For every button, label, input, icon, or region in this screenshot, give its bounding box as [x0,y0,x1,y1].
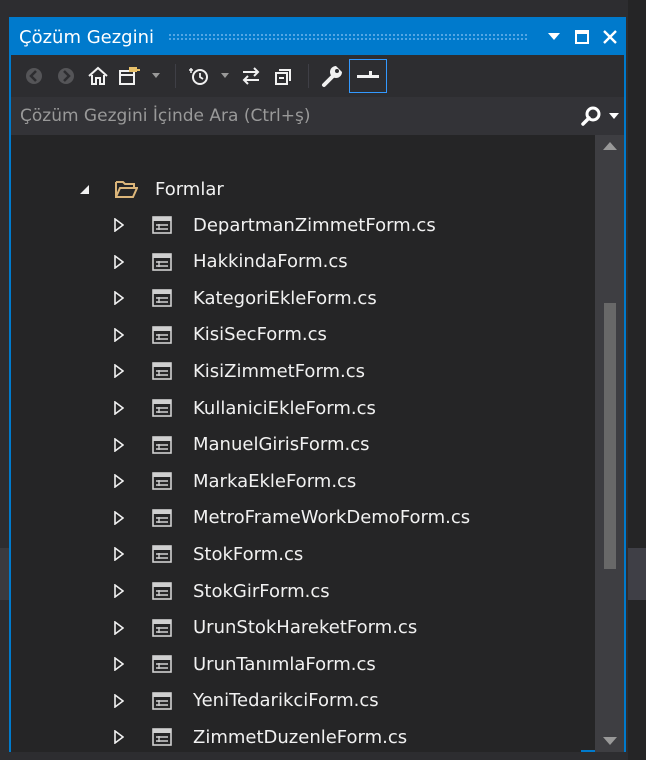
file-label: UrunTanımlaForm.cs [193,653,376,675]
collapsed-arrow-icon[interactable] [112,254,126,269]
tree-file-row[interactable]: MarkaEkleForm.cs [11,465,581,497]
collapsed-arrow-icon[interactable] [112,291,126,306]
pending-changes-icon[interactable] [184,61,214,91]
tree-file-row[interactable]: UrunTanımlaForm.cs [11,648,581,680]
solution-explorer-panel: Çözüm Gezgini Çözüm Gezgini İçinde Ara (… [9,17,626,752]
properties-wrench-icon[interactable] [317,61,347,91]
form-file-icon [152,289,172,312]
search-options-dropdown-icon[interactable] [604,112,624,120]
file-label: HakkindaForm.cs [193,251,348,273]
tree-file-row[interactable]: ZimmetDuzenleForm.cs [11,721,581,752]
form-file-icon [152,362,172,385]
solution-tree: Formlar DepartmanZimmetForm.cs HakkindaFo… [11,135,581,752]
switch-views-icon[interactable] [115,61,145,91]
tree-file-row[interactable]: MetroFrameWorkDemoForm.cs [11,502,581,534]
file-label: StokForm.cs [193,543,304,565]
form-file-icon [152,582,172,605]
scroll-up-arrow-icon[interactable] [595,135,624,157]
file-label: StokGirForm.cs [193,580,330,602]
tree-file-row[interactable]: KategoriEkleForm.cs [11,282,581,314]
ide-editor-edge [628,0,646,760]
vertical-scrollbar[interactable] [595,135,624,752]
form-file-icon [152,545,172,568]
home-icon[interactable] [83,61,113,91]
collapsed-arrow-icon[interactable] [112,510,126,525]
form-file-icon [152,435,172,459]
file-label: KullaniciEkleForm.cs [193,397,376,419]
forward-icon[interactable] [51,61,81,91]
toolbar-separator [308,64,309,88]
close-icon[interactable] [596,19,624,55]
form-file-icon [152,252,172,276]
collapsed-arrow-icon[interactable] [112,730,126,745]
form-file-icon [152,216,172,239]
folder-label: Formlar [155,178,224,200]
file-label: KategoriEkleForm.cs [193,287,377,309]
collapsed-arrow-icon[interactable] [112,474,126,489]
form-file-icon [152,618,172,642]
scrollbar-thumb[interactable] [604,303,616,569]
collapsed-arrow-icon[interactable] [112,693,126,708]
tree-file-row[interactable]: DepartmanZimmetForm.cs [11,209,581,241]
file-label: UrunStokHareketForm.cs [193,617,418,639]
search-bar: Çözüm Gezgini İçinde Ara (Ctrl+ş) [11,97,624,135]
collapsed-arrow-icon[interactable] [112,657,126,672]
panel-title: Çözüm Gezgini [19,26,154,48]
tree-file-row[interactable]: KullaniciEkleForm.cs [11,392,581,424]
form-file-icon [152,655,172,678]
form-file-icon [152,691,172,715]
expanded-arrow-icon[interactable] [77,182,91,196]
tree-file-row[interactable]: StokForm.cs [11,538,581,570]
ide-background [0,0,646,10]
collapsed-arrow-icon[interactable] [112,364,126,379]
tree-file-row[interactable]: YeniTedarikciForm.cs [11,685,581,717]
maximize-icon[interactable] [568,19,596,55]
file-label: ManuelGirisForm.cs [193,434,370,456]
collapsed-arrow-icon[interactable] [112,401,126,415]
tree-file-row[interactable]: KisiSecForm.cs [11,319,581,351]
tree-file-row[interactable]: KisiZimmetForm.cs [11,355,581,387]
tree-folder-row[interactable]: Formlar [11,173,581,205]
editor-strip [628,548,646,600]
file-label: YeniTedarikciForm.cs [193,690,379,712]
tree-file-row[interactable]: ManuelGirisForm.cs [11,429,581,461]
collapsed-arrow-icon[interactable] [112,620,126,635]
file-label: MarkaEkleForm.cs [193,470,357,492]
switch-views-dropdown-icon[interactable] [147,61,165,91]
tree-file-row[interactable]: StokGirForm.cs [11,575,581,607]
form-file-icon [152,508,172,532]
toolbar-separator [175,64,176,88]
scroll-down-arrow-icon[interactable] [595,730,624,752]
tree-file-row[interactable]: UrunStokHareketForm.cs [11,612,581,644]
file-label: MetroFrameWorkDemoForm.cs [193,507,471,529]
collapsed-arrow-icon[interactable] [112,437,126,452]
file-label: ZimmetDuzenleForm.cs [193,726,408,748]
open-folder-icon [114,179,139,204]
file-label: KisiSecForm.cs [193,324,327,346]
form-file-icon [152,728,172,751]
window-position-dropdown-icon[interactable] [540,19,568,55]
pending-changes-dropdown-icon[interactable] [216,61,234,91]
tree-file-row[interactable]: HakkindaForm.cs [11,246,581,278]
panel-titlebar[interactable]: Çözüm Gezgini [11,19,624,55]
collapsed-arrow-icon[interactable] [112,584,126,598]
file-label: DepartmanZimmetForm.cs [193,214,436,236]
form-file-icon [152,325,172,349]
collapsed-arrow-icon[interactable] [112,547,126,562]
title-grip[interactable] [168,32,528,42]
panel-toolbar [11,55,624,97]
preview-selected-items-icon[interactable] [349,59,387,93]
collapsed-arrow-icon[interactable] [112,327,126,342]
form-file-icon [152,399,172,422]
file-label: KisiZimmetForm.cs [193,360,366,382]
search-input[interactable]: Çözüm Gezgini İçinde Ara (Ctrl+ş) [11,106,578,126]
collapsed-arrow-icon[interactable] [112,218,126,232]
search-icon[interactable] [578,106,604,126]
collapse-all-icon[interactable] [268,61,298,91]
form-file-icon [152,472,172,495]
sync-with-document-icon[interactable] [236,61,266,91]
back-icon[interactable] [19,61,49,91]
